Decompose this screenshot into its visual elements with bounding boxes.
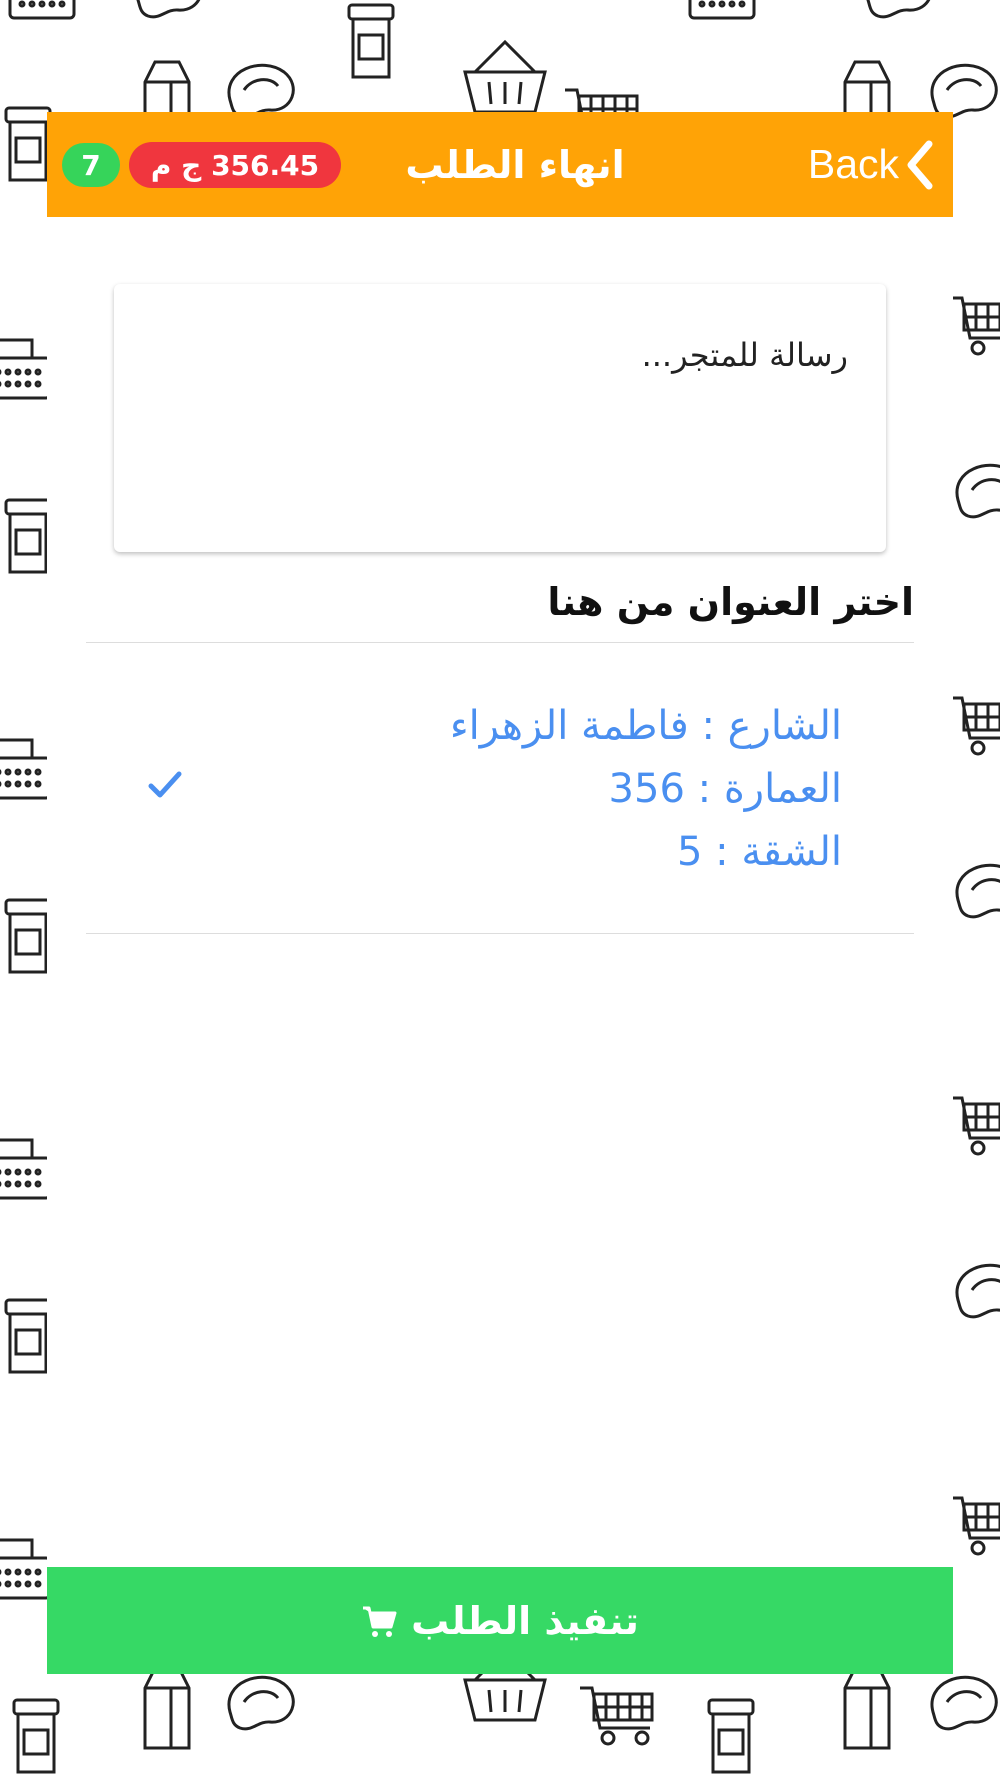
back-button[interactable]: Back [808,112,935,217]
checkmark-icon [148,771,182,798]
submit-order-label: تنفيذ الطلب [411,1598,639,1643]
address-building: العمارة : 356 [608,766,842,812]
address-section-title: اختر العنوان من هنا [547,580,914,624]
header-bar: 7 356.45 ج م انهاء الطلب Back [47,112,953,217]
cart-icon [363,1606,397,1637]
back-button-label: Back [807,141,899,187]
chevron-left-icon [907,140,933,189]
submit-order-button[interactable]: تنفيذ الطلب [47,1567,953,1674]
store-message-input[interactable] [114,284,886,552]
address-apartment: الشقة : 5 [676,829,842,875]
address-street: الشارع : فاطمة الزهراء [449,703,842,749]
address-details: الشارع : فاطمة الزهراء العمارة : 356 الش… [450,695,842,884]
divider [86,933,914,934]
store-message-card [114,284,886,552]
address-option[interactable]: الشارع : فاطمة الزهراء العمارة : 356 الش… [86,643,914,933]
